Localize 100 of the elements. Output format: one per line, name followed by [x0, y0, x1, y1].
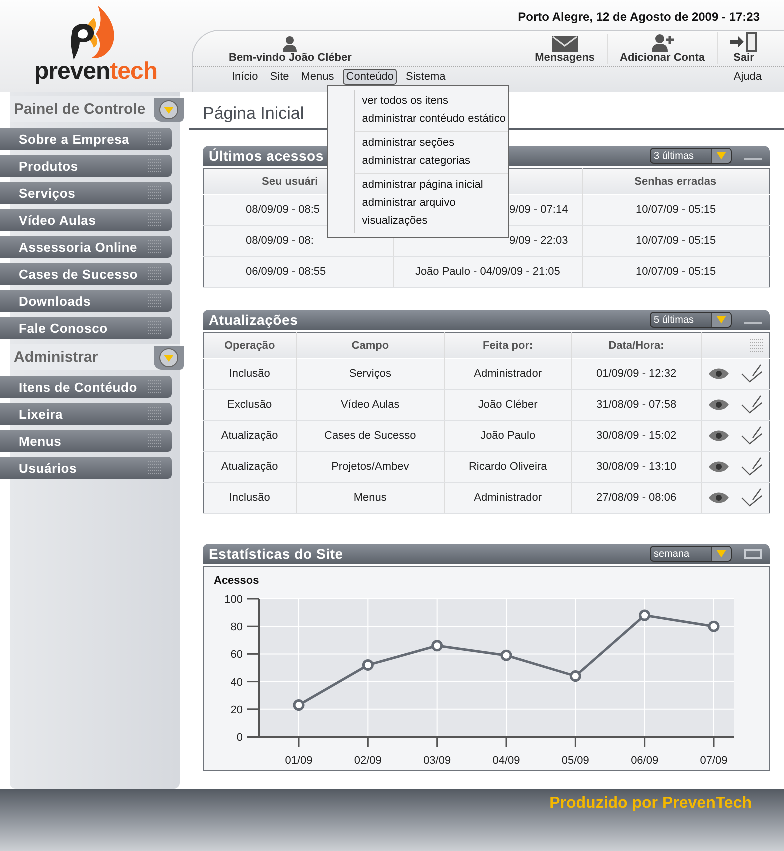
- envelope-icon: [552, 36, 578, 52]
- column-header: Feita por:: [444, 332, 572, 358]
- eye-icon[interactable]: [708, 430, 730, 442]
- nav-menu-item[interactable]: Site: [267, 69, 292, 85]
- sidebar-item[interactable]: Cases de Sucesso: [0, 263, 172, 285]
- caret-icon[interactable]: [159, 348, 179, 368]
- range-select[interactable]: 3 últimas: [650, 148, 732, 164]
- logo-text: preventech: [34, 58, 158, 86]
- table-cell: Menus: [296, 482, 445, 514]
- grip-icon: [148, 380, 162, 394]
- eye-icon[interactable]: [708, 399, 730, 411]
- checkmark-icon[interactable]: [741, 395, 764, 415]
- y-tick-label: 80: [230, 622, 243, 634]
- exit-door-icon: [730, 32, 758, 52]
- dropdown-item[interactable]: administrar arquivo: [362, 194, 508, 212]
- table-cell: 10/07/09 - 05:15: [582, 256, 770, 288]
- help-link[interactable]: Ajuda: [734, 71, 762, 83]
- sidebar-item[interactable]: Produtos: [0, 155, 172, 177]
- checkmark-icon[interactable]: [741, 364, 764, 384]
- caret-icon[interactable]: [159, 100, 179, 120]
- table-cell: Atualização: [204, 452, 296, 482]
- table-cell: Atualização: [204, 420, 296, 452]
- table-cell: Cases de Sucesso: [296, 420, 445, 452]
- sidebar-item[interactable]: Serviços: [0, 182, 172, 204]
- eye-icon[interactable]: [708, 461, 730, 473]
- user-icon: [282, 36, 298, 52]
- panel-title: Atualizações: [209, 312, 298, 328]
- sidebar-item[interactable]: Lixeira: [0, 403, 172, 425]
- checkmark-icon[interactable]: [741, 457, 764, 477]
- table-cell: Inclusão: [204, 482, 296, 514]
- x-tick-label: 05/09: [562, 755, 590, 767]
- table-cell: Projetos/Ambev: [296, 452, 445, 482]
- table-cell: 01/09/09 - 12:32: [572, 358, 702, 390]
- header-action-button[interactable]: Sair: [717, 32, 770, 64]
- date-text: Porto Alegre, 12 de Agosto de 2009 - 17:23: [518, 9, 761, 26]
- table-cell: Administrador: [444, 482, 572, 514]
- series-label: Acessos: [214, 575, 260, 587]
- sidebar-item[interactable]: Fale Conosco: [0, 317, 172, 339]
- welcome-text: Bem-vindo João Cléber: [229, 52, 352, 64]
- column-header: Senhas erradas: [582, 168, 770, 194]
- grip-icon: [148, 240, 162, 254]
- sidebar-item[interactable]: Downloads: [0, 290, 172, 312]
- column-header: Campo: [296, 332, 445, 358]
- sidebar-item[interactable]: Menus: [0, 430, 172, 452]
- nav-menu-item[interactable]: Menus: [298, 69, 338, 85]
- sidebar-item[interactable]: Assessoria Online: [0, 236, 172, 258]
- nav-menu-item[interactable]: Sistema: [403, 69, 449, 85]
- nav-menu-item[interactable]: Conteúdo: [343, 69, 398, 85]
- panel-title: Estatísticas do Site: [209, 546, 344, 562]
- y-tick-label: 40: [230, 676, 243, 689]
- eye-icon[interactable]: [708, 368, 730, 380]
- table-cell: 30/08/09 - 13:10: [572, 452, 702, 482]
- table-cell: João Paulo - 04/09/09 - 21:05: [393, 256, 583, 288]
- sidebar-item[interactable]: Vídeo Aulas: [0, 209, 172, 231]
- y-tick-label: 60: [230, 649, 243, 662]
- caret-icon: [711, 547, 731, 561]
- x-tick-label: 03/09: [424, 755, 452, 767]
- dropdown-item[interactable]: administrar categorias: [362, 152, 508, 170]
- grip-icon: [148, 159, 162, 173]
- sidebar-item[interactable]: Itens de Contéudo: [0, 376, 172, 398]
- table-cell: Exclusão: [204, 390, 296, 420]
- eye-icon[interactable]: [708, 492, 730, 504]
- table-cell: 31/08/09 - 07:58: [572, 390, 702, 420]
- dropdown-item[interactable]: administrar contéudo estático: [362, 110, 508, 128]
- dropdown-item[interactable]: administrar seções: [362, 134, 508, 152]
- maximize-icon[interactable]: [744, 549, 762, 559]
- caret-icon: [711, 313, 731, 327]
- table-cell: João Cléber: [444, 390, 572, 420]
- sidebar-item[interactable]: Usuários: [0, 457, 172, 479]
- dropdown-item[interactable]: ver todos os itens: [362, 92, 508, 110]
- range-select[interactable]: 5 últimas: [650, 312, 732, 328]
- table-cell: 30/08/09 - 15:02: [572, 420, 702, 452]
- header-action-button[interactable]: Mensagens: [523, 36, 608, 64]
- grip-icon: [148, 294, 162, 308]
- table-cell: 10/07/09 - 05:15: [582, 194, 770, 226]
- x-tick-label: 02/09: [354, 755, 382, 767]
- table-cell: 27/08/09 - 08:06: [572, 482, 702, 514]
- grip-icon: [148, 186, 162, 200]
- y-tick-label: 100: [224, 594, 243, 606]
- checkmark-icon[interactable]: [741, 488, 764, 508]
- table-cell: João Paulo: [444, 420, 572, 452]
- nav-menu-item[interactable]: Início: [229, 69, 262, 85]
- checkmark-icon[interactable]: [741, 426, 764, 446]
- grip-icon: [148, 213, 162, 227]
- header-action-button[interactable]: Adicionar Conta: [607, 34, 717, 64]
- grip-icon: [148, 461, 162, 475]
- grip-icon: [148, 434, 162, 448]
- x-tick-label: 01/09: [285, 755, 313, 767]
- sidebar-item[interactable]: Sobre a Empresa: [0, 128, 172, 150]
- panel-title: Últimos acessos: [209, 148, 324, 164]
- table-cell: 10/07/09 - 05:15: [582, 226, 770, 256]
- grip-icon: [148, 321, 162, 335]
- table-cell: Administrador: [444, 358, 572, 390]
- footer-credit: Produzido por PrevenTech: [550, 795, 752, 814]
- grip-icon: [148, 132, 162, 146]
- caret-icon: [711, 149, 731, 163]
- range-select[interactable]: semana: [650, 546, 732, 562]
- grip-icon: [148, 267, 162, 281]
- x-tick-label: 06/09: [631, 755, 659, 767]
- table-cell: 06/09/09 - 08:55: [204, 256, 394, 288]
